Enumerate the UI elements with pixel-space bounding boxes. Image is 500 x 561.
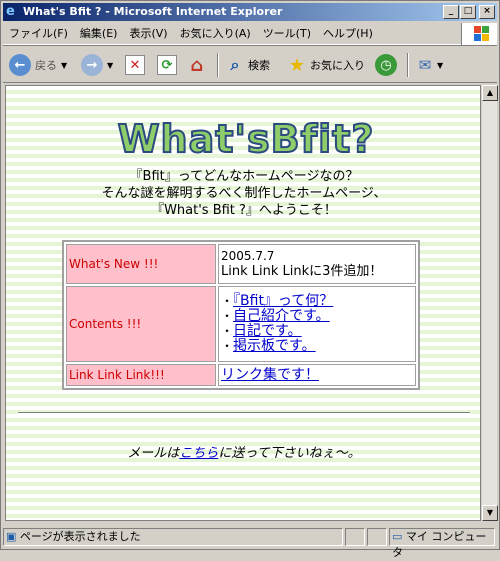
menu-help[interactable]: ヘルプ(H): [317, 23, 379, 45]
zone-area: ▭ マイ コンピュータ: [389, 528, 495, 559]
table-row: What's New !!! 2005.7.7 Link Link Linkに3…: [66, 244, 416, 284]
link-bfit[interactable]: 『Bfit』って何？: [233, 293, 333, 309]
back-button[interactable]: ← 戻る ▼: [9, 51, 67, 79]
minimize-button[interactable]: _: [443, 5, 459, 19]
ie-icon: e: [6, 4, 15, 19]
search-button[interactable]: ⌕ 検索: [225, 51, 270, 79]
link-bbs[interactable]: 掲示板です。: [233, 338, 316, 354]
site-logo: What'sBfit?: [117, 116, 375, 162]
mail-link[interactable]: こちら: [179, 446, 218, 461]
status-pane: [345, 528, 365, 546]
link-diary[interactable]: 日記です。: [233, 323, 302, 339]
table-row: Link Link Link!!! リンク集です！: [66, 364, 416, 386]
maximize-button[interactable]: □: [460, 5, 476, 19]
back-arrow-icon: ←: [9, 54, 31, 76]
toolbar: ← 戻る ▼ → ▼ ✕ ⟳ ⌂ ⌕ 検索 ★ お気に入り ◷ ✉ ▼: [3, 47, 497, 83]
vertical-scrollbar[interactable]: ▲ ▼: [481, 85, 498, 521]
status-bar: ▣ ページが表示されました ▭ マイ コンピュータ: [3, 527, 497, 559]
refresh-button[interactable]: ⟳: [157, 51, 177, 79]
table-row: Contents !!! ・『Bfit』って何？ ・自己紹介です。 ・日記です。…: [66, 286, 416, 362]
scroll-up-button[interactable]: ▲: [482, 85, 498, 101]
toolbar-divider: [217, 53, 219, 77]
window-title: What's Bfit ? - Microsoft Internet Explo…: [23, 5, 283, 18]
menu-tools[interactable]: ツール(T): [257, 23, 317, 45]
browser-window: e What's Bfit ? - Microsoft Internet Exp…: [0, 0, 500, 559]
menu-favorites[interactable]: お気に入り(A): [174, 23, 257, 45]
intro-text: 『Bfit』ってどんなホームページなの？ そんな謎を解明するべく制作したホームペ…: [101, 169, 387, 218]
star-icon: ★: [288, 54, 306, 76]
links-cell: リンク集です！: [218, 364, 416, 386]
menu-edit[interactable]: 編集(E): [74, 23, 124, 45]
page-icon: ▣: [6, 530, 17, 543]
refresh-icon: ⟳: [157, 55, 177, 75]
menu-table: What's New !!! 2005.7.7 Link Link Linkに3…: [62, 240, 420, 390]
divider: [18, 412, 470, 414]
history-button[interactable]: ◷: [375, 51, 397, 79]
chevron-down-icon: ▼: [61, 60, 68, 70]
menu-file[interactable]: ファイル(F): [3, 23, 74, 45]
contents-cell: ・『Bfit』って何？ ・自己紹介です。 ・日記です。 ・掲示板です。: [218, 286, 416, 362]
link-profile[interactable]: 自己紹介です。: [233, 308, 330, 324]
status-text-area: ▣ ページが表示されました: [3, 528, 343, 546]
forward-button[interactable]: → ▼: [81, 51, 113, 79]
mail-note: メールはこちらに送って下さいねぇ〜。: [127, 446, 361, 461]
computer-icon: ▭: [392, 530, 403, 543]
home-button[interactable]: ⌂: [187, 51, 207, 79]
windows-logo-icon: [461, 23, 497, 45]
scroll-down-button[interactable]: ▼: [482, 505, 498, 521]
link-links[interactable]: リンク集です！: [221, 367, 319, 383]
toolbar-divider: [407, 53, 409, 77]
contents-heading: Contents !!!: [66, 286, 216, 362]
mail-icon: ✉: [418, 56, 432, 74]
chevron-down-icon: ▼: [107, 60, 114, 70]
history-icon: ◷: [375, 54, 397, 76]
close-button[interactable]: ×: [479, 5, 495, 19]
whats-new-heading: What's New !!!: [66, 244, 216, 284]
menu-bar: ファイル(F) 編集(E) 表示(V) お気に入り(A) ツール(T) ヘルプ(H): [3, 23, 497, 45]
title-bar: e What's Bfit ? - Microsoft Internet Exp…: [3, 3, 497, 21]
stop-button[interactable]: ✕: [125, 51, 145, 79]
home-icon: ⌂: [190, 54, 204, 76]
status-pane: [367, 528, 387, 546]
search-icon: ⌕: [230, 55, 240, 74]
links-heading: Link Link Link!!!: [66, 364, 216, 386]
page-content: What'sBfit? 『Bfit』ってどんなホームページなの？ そんな謎を解明…: [5, 85, 481, 521]
stop-icon: ✕: [125, 55, 145, 75]
forward-arrow-icon: →: [81, 54, 103, 76]
chevron-down-icon: ▼: [437, 60, 444, 70]
favorites-button[interactable]: ★ お気に入り: [287, 51, 365, 79]
whats-new-cell: 2005.7.7 Link Link Linkに3件追加！: [218, 244, 416, 284]
mail-button[interactable]: ✉ ▼: [415, 51, 443, 79]
menu-view[interactable]: 表示(V): [123, 23, 173, 45]
